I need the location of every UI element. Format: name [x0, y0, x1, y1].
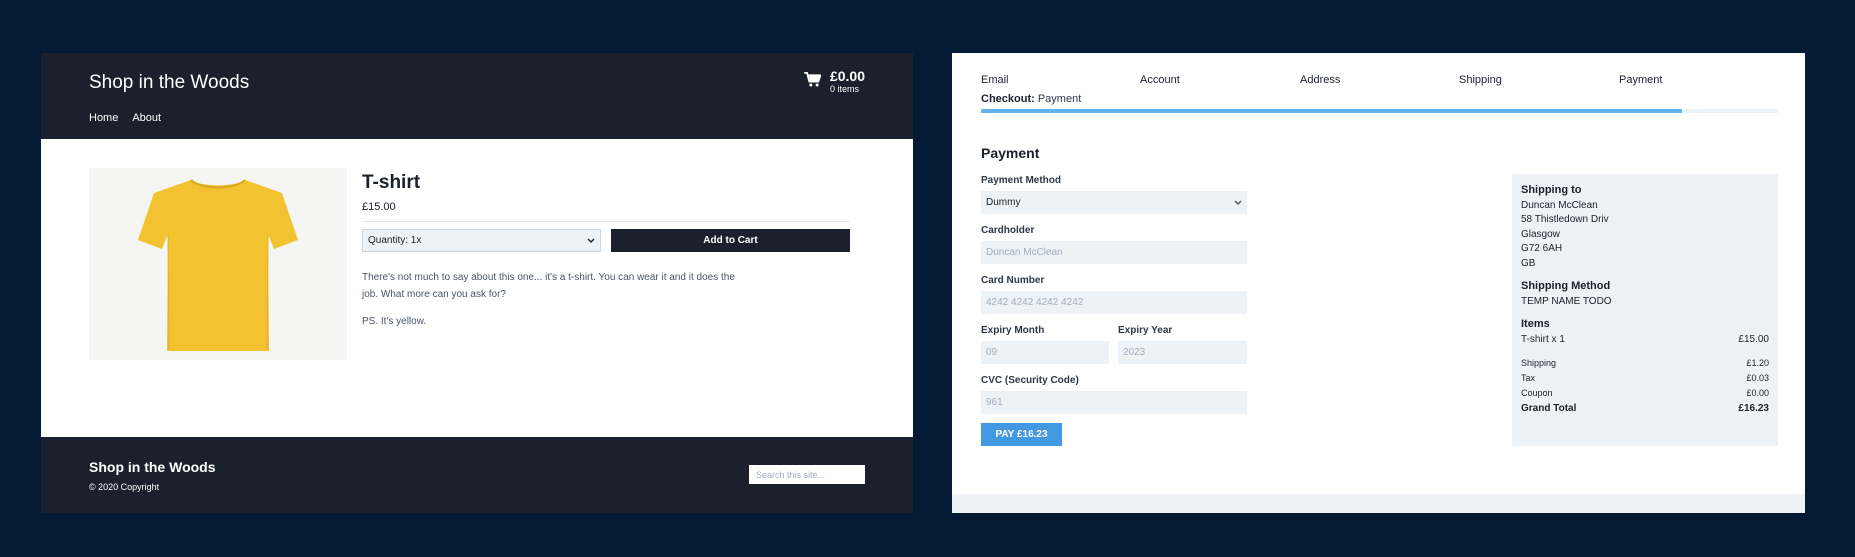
tshirt-image [138, 179, 298, 351]
step-account[interactable]: Account [1140, 74, 1180, 86]
shop-footer: Shop in the Woods © 2020 Copyright Searc… [41, 437, 913, 513]
quantity-select[interactable]: Quantity: 1x [362, 229, 601, 252]
address-line: GB [1521, 257, 1536, 269]
items-heading: Items [1521, 318, 1550, 331]
address-line: G72 6AH [1521, 243, 1563, 255]
item-name: T-shirt x 1 [1521, 334, 1565, 346]
nav-about-link[interactable]: About [132, 112, 161, 124]
item-price: £15.00 [1738, 334, 1769, 346]
expiry-month-input[interactable]: 09 [981, 341, 1109, 364]
checkout-bottom-bar [952, 494, 1805, 513]
grand-total-row: Grand Total £16.23 [1521, 401, 1769, 416]
payment-heading: Payment [981, 145, 1040, 161]
shop-nav: Home About [89, 112, 161, 124]
cvc-label: CVC (Security Code) [981, 375, 1079, 386]
product-title: T-shirt [362, 172, 421, 193]
order-summary: Shipping to Duncan McClean 58 Thistledow… [1512, 174, 1778, 446]
grand-total-label: Grand Total [1521, 402, 1577, 414]
payment-method-value: Dummy [986, 197, 1021, 208]
cart-icon [804, 72, 821, 87]
cart-total: £0.00 [829, 68, 865, 84]
expiry-year-input[interactable]: 2023 [1118, 341, 1247, 364]
product-price: £15.00 [362, 201, 396, 213]
checkout-panel: Email Account Address Shipping Payment C… [952, 53, 1805, 513]
address-line: 58 Thistledown Driv [1521, 214, 1609, 226]
tax-value: £0.03 [1746, 372, 1769, 383]
step-address[interactable]: Address [1300, 74, 1340, 86]
copyright: © 2020 Copyright [89, 482, 160, 492]
product-info: T-shirt £15.00 Quantity: 1x Add to Cart … [362, 171, 862, 340]
card-number-label: Card Number [981, 275, 1045, 286]
cart-count: 0 items [829, 84, 859, 94]
shipping-label: Shipping [1521, 357, 1557, 368]
cardholder-label: Cardholder [981, 225, 1035, 236]
coupon-row: Coupon £0.00 [1521, 386, 1769, 401]
description-paragraph: PS. It's yellow. [362, 316, 427, 327]
footer-brand: Shop in the Woods [89, 459, 216, 475]
expiry-month-label: Expiry Month [981, 325, 1045, 336]
tax-row: Tax £0.03 [1521, 371, 1769, 386]
step-payment[interactable]: Payment [1619, 74, 1662, 86]
totals: Shipping £1.20 Tax £0.03 Coupon £0.00 Gr… [1521, 356, 1769, 416]
shop-panel: Shop in the Woods Home About £0.00 0 ite… [41, 53, 913, 513]
add-to-cart-button[interactable]: Add to Cart [611, 229, 850, 252]
checkout-label-prefix: Checkout: [981, 93, 1035, 105]
shipping-method-heading: Shipping Method [1521, 280, 1611, 293]
shipping-method-value: TEMP NAME TODO [1521, 296, 1612, 308]
cvc-input[interactable]: 961 [981, 391, 1247, 414]
line-item: T-shirt x 1 £15.00 [1521, 333, 1769, 347]
coupon-value: £0.00 [1746, 387, 1769, 398]
nav-home-link[interactable]: Home [89, 112, 118, 124]
buy-row: Quantity: 1x Add to Cart [362, 229, 862, 252]
description-paragraph: There's not much to say about this one..… [362, 272, 735, 300]
pay-button[interactable]: PAY £16.23 [981, 423, 1062, 446]
payment-method-label: Payment Method [981, 175, 1062, 186]
step-email[interactable]: Email [981, 74, 1009, 86]
progress-fill [981, 109, 1683, 113]
progress-bar [981, 109, 1778, 113]
checkout-label-step: Payment [1037, 93, 1082, 105]
tax-label: Tax [1521, 372, 1536, 383]
card-number-input[interactable]: 4242 4242 4242 4242 [981, 291, 1247, 314]
product-image [89, 168, 347, 360]
shipping-value: £1.20 [1746, 357, 1769, 368]
cart-widget[interactable]: £0.00 0 items [804, 68, 865, 95]
shipping-row: Shipping £1.20 [1521, 356, 1769, 371]
grand-total-value: £16.23 [1738, 402, 1769, 414]
cardholder-input[interactable]: Duncan McClean [981, 241, 1247, 264]
shop-header: Shop in the Woods Home About £0.00 0 ite… [41, 53, 913, 139]
checkout-label: Checkout: Payment [981, 93, 1081, 105]
coupon-label: Coupon [1521, 387, 1553, 398]
product-description: There's not much to say about this one..… [362, 269, 742, 330]
site-search-input[interactable]: Search this site... [749, 465, 865, 484]
quantity-value: Quantity: 1x [368, 235, 422, 246]
chevron-down-icon [587, 238, 595, 243]
address-line: Glasgow [1521, 228, 1560, 240]
shop-brand[interactable]: Shop in the Woods [89, 72, 249, 94]
address-line: Duncan McClean [1521, 200, 1598, 211]
chevron-down-icon [1234, 200, 1242, 205]
step-shipping[interactable]: Shipping [1459, 74, 1502, 86]
divider [362, 221, 850, 222]
shipping-to-heading: Shipping to [1521, 184, 1582, 196]
expiry-year-label: Expiry Year [1118, 325, 1173, 336]
payment-method-select[interactable]: Dummy [981, 191, 1247, 214]
